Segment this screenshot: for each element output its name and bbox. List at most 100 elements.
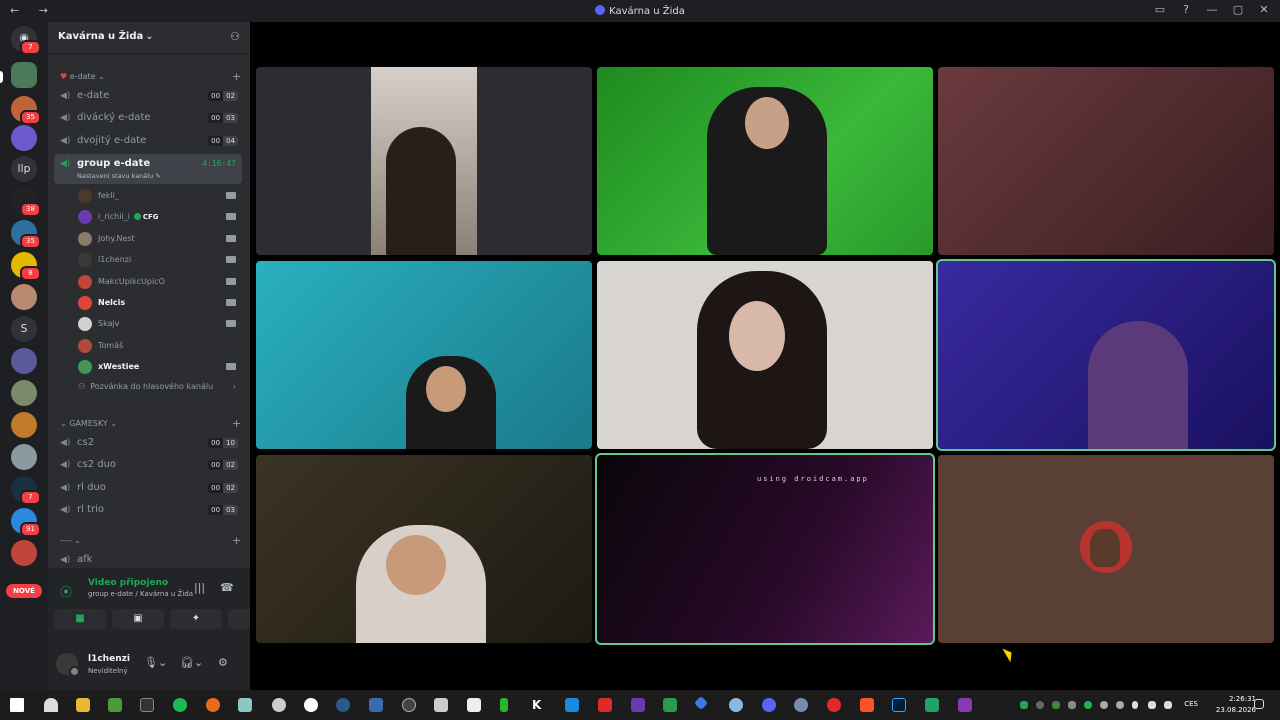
start-icon[interactable] — [10, 698, 24, 712]
network-icon[interactable] — [1148, 701, 1156, 709]
server-icon[interactable]: 8 — [11, 252, 41, 281]
server-icon[interactable]: 91 — [11, 508, 41, 537]
server-icon[interactable]: 35 — [11, 96, 41, 125]
server-header[interactable]: Kavárna u Žida ⌄ ⚇ — [48, 22, 250, 54]
voice-member[interactable]: Tomáš — [78, 336, 242, 356]
discord-icon[interactable] — [762, 698, 776, 712]
video-tile-avatar[interactable] — [938, 455, 1274, 643]
app-icon[interactable] — [794, 698, 808, 712]
video-tile[interactable] — [256, 261, 592, 449]
spotify-icon[interactable] — [173, 698, 187, 712]
clock[interactable]: 2:26:31 23.08.2026 — [1216, 694, 1256, 716]
voice-channel[interactable]: ◀) e-date 00 02 — [54, 86, 242, 106]
voice-location[interactable]: group e-date / Kavárna u Žida — [88, 590, 193, 598]
activities-button[interactable]: ✦ — [170, 609, 222, 629]
video-tile[interactable] — [256, 455, 592, 643]
minimize-button[interactable]: — — [1204, 3, 1220, 16]
video-tile[interactable] — [256, 67, 592, 255]
add-member-icon[interactable]: ⚇ — [230, 30, 240, 43]
voice-member[interactable]: l1chenzi — [78, 250, 242, 270]
volume-icon[interactable] — [1164, 701, 1172, 709]
tray-icon[interactable] — [1020, 701, 1028, 709]
voice-channel-active[interactable]: ◀) group e-date 4:16:47 Nastavení stavu kan… — [54, 154, 242, 184]
tray-icon[interactable] — [1100, 701, 1108, 709]
monitor-icon[interactable] — [369, 698, 383, 712]
voice-channel[interactable]: ◀) afk — [54, 550, 242, 570]
inbox-icon[interactable]: ▭ — [1152, 3, 1168, 16]
server-icon[interactable] — [11, 62, 37, 88]
app-icon[interactable] — [238, 698, 252, 712]
microphone-icon[interactable]: 🎙︎⌄ — [144, 656, 167, 669]
server-icon[interactable] — [11, 284, 37, 310]
home-discord-icon[interactable]: ◉ 7 — [11, 26, 41, 55]
voice-member[interactable]: Skajv — [78, 314, 242, 334]
firefox-icon[interactable] — [206, 698, 220, 712]
channel-status[interactable]: Nastavení stavu kanálu ✎ — [77, 172, 161, 180]
server-s[interactable]: S — [11, 316, 37, 342]
category-gamesky[interactable]: ⌄ GAMESKY ⌄ + — [60, 417, 241, 430]
server-icon[interactable] — [11, 412, 37, 438]
voice-status[interactable]: Video připojeno — [88, 578, 168, 588]
server-icon[interactable] — [11, 125, 37, 151]
close-button[interactable]: ✕ — [1256, 3, 1272, 16]
calculator-icon[interactable] — [434, 698, 448, 712]
category-edate[interactable]: ♥ e-date ⌄ + — [60, 70, 241, 83]
avatar[interactable] — [56, 653, 80, 677]
microphone-icon[interactable] — [1132, 701, 1138, 709]
add-channel-icon[interactable]: + — [232, 70, 241, 83]
server-icon[interactable] — [11, 540, 37, 566]
server-icon[interactable] — [11, 444, 37, 470]
video-tile[interactable] — [597, 261, 933, 449]
app-icon[interactable] — [402, 698, 416, 712]
username[interactable]: l1chenzi — [88, 654, 130, 664]
new-pill[interactable]: NOVÉ — [6, 584, 42, 598]
terminal-icon[interactable] — [140, 698, 154, 712]
settings-gear-icon[interactable]: ⚙ — [218, 656, 228, 669]
server-icon[interactable]: 38 — [11, 188, 41, 217]
add-channel-icon[interactable]: + — [232, 534, 241, 547]
tray-icon[interactable] — [1036, 701, 1044, 709]
server-icon[interactable]: 35 — [11, 220, 41, 249]
voice-member[interactable]: MakcUpikcUpicO — [78, 272, 242, 292]
server-icon[interactable] — [11, 380, 37, 406]
tray-icon[interactable] — [1068, 701, 1076, 709]
voice-member[interactable]: Johy.Nest — [78, 229, 242, 249]
disconnect-icon[interactable]: ☎ — [220, 581, 234, 594]
server-icon[interactable]: 7 — [11, 476, 41, 505]
app-icon[interactable] — [631, 698, 645, 712]
shield-icon[interactable] — [44, 698, 58, 712]
app-icon[interactable] — [500, 698, 508, 712]
voice-channel[interactable]: ◀) dvojitý e-date 00 04 — [54, 131, 242, 151]
help-icon[interactable]: ? — [1178, 3, 1194, 16]
add-channel-icon[interactable]: + — [232, 417, 241, 430]
voice-member[interactable]: fekli_ — [78, 186, 242, 206]
voice-channel[interactable]: ◀) divácký e-date 00 03 — [54, 108, 242, 128]
photoshop-icon[interactable] — [892, 698, 906, 712]
video-tile[interactable] — [597, 67, 933, 255]
opera-icon[interactable] — [827, 698, 841, 712]
invite-to-voice[interactable]: ⚇ Pozvánka do hlasového kanálu › — [78, 382, 242, 391]
tray-icon[interactable] — [1052, 701, 1060, 709]
voice-member[interactable]: i_richii_i CFG — [78, 207, 242, 227]
signal-icon[interactable]: ⦿ — [60, 583, 72, 600]
video-tile-speaking[interactable] — [936, 259, 1276, 451]
input-language[interactable]: CES — [1184, 700, 1198, 708]
screen-share-button[interactable]: ▣ — [112, 609, 164, 629]
video-tile-speaking[interactable]: using droidcam.app — [595, 453, 935, 645]
noise-suppression-icon[interactable]: ||| — [194, 581, 205, 594]
steam-icon[interactable] — [336, 698, 350, 712]
video-tile[interactable] — [938, 67, 1274, 255]
app-icon[interactable] — [729, 698, 743, 712]
stats-icon[interactable] — [663, 698, 677, 712]
voice-channel[interactable]: ◀) rl duo 00 02 — [54, 478, 242, 498]
voice-channel[interactable]: ◀) cs2 duo 00 02 — [54, 455, 242, 475]
folder-icon[interactable] — [76, 698, 90, 712]
app-icon[interactable] — [272, 698, 286, 712]
app-icon[interactable] — [565, 698, 579, 712]
voice-channel[interactable]: ◀) rl trio 00 03 — [54, 500, 242, 520]
server-llp[interactable]: llp — [11, 156, 37, 182]
voice-member[interactable]: Nelcis — [78, 293, 242, 313]
maximize-button[interactable]: ▢ — [1230, 3, 1246, 16]
notification-icon[interactable] — [1254, 699, 1264, 709]
clock-icon[interactable] — [304, 698, 318, 712]
